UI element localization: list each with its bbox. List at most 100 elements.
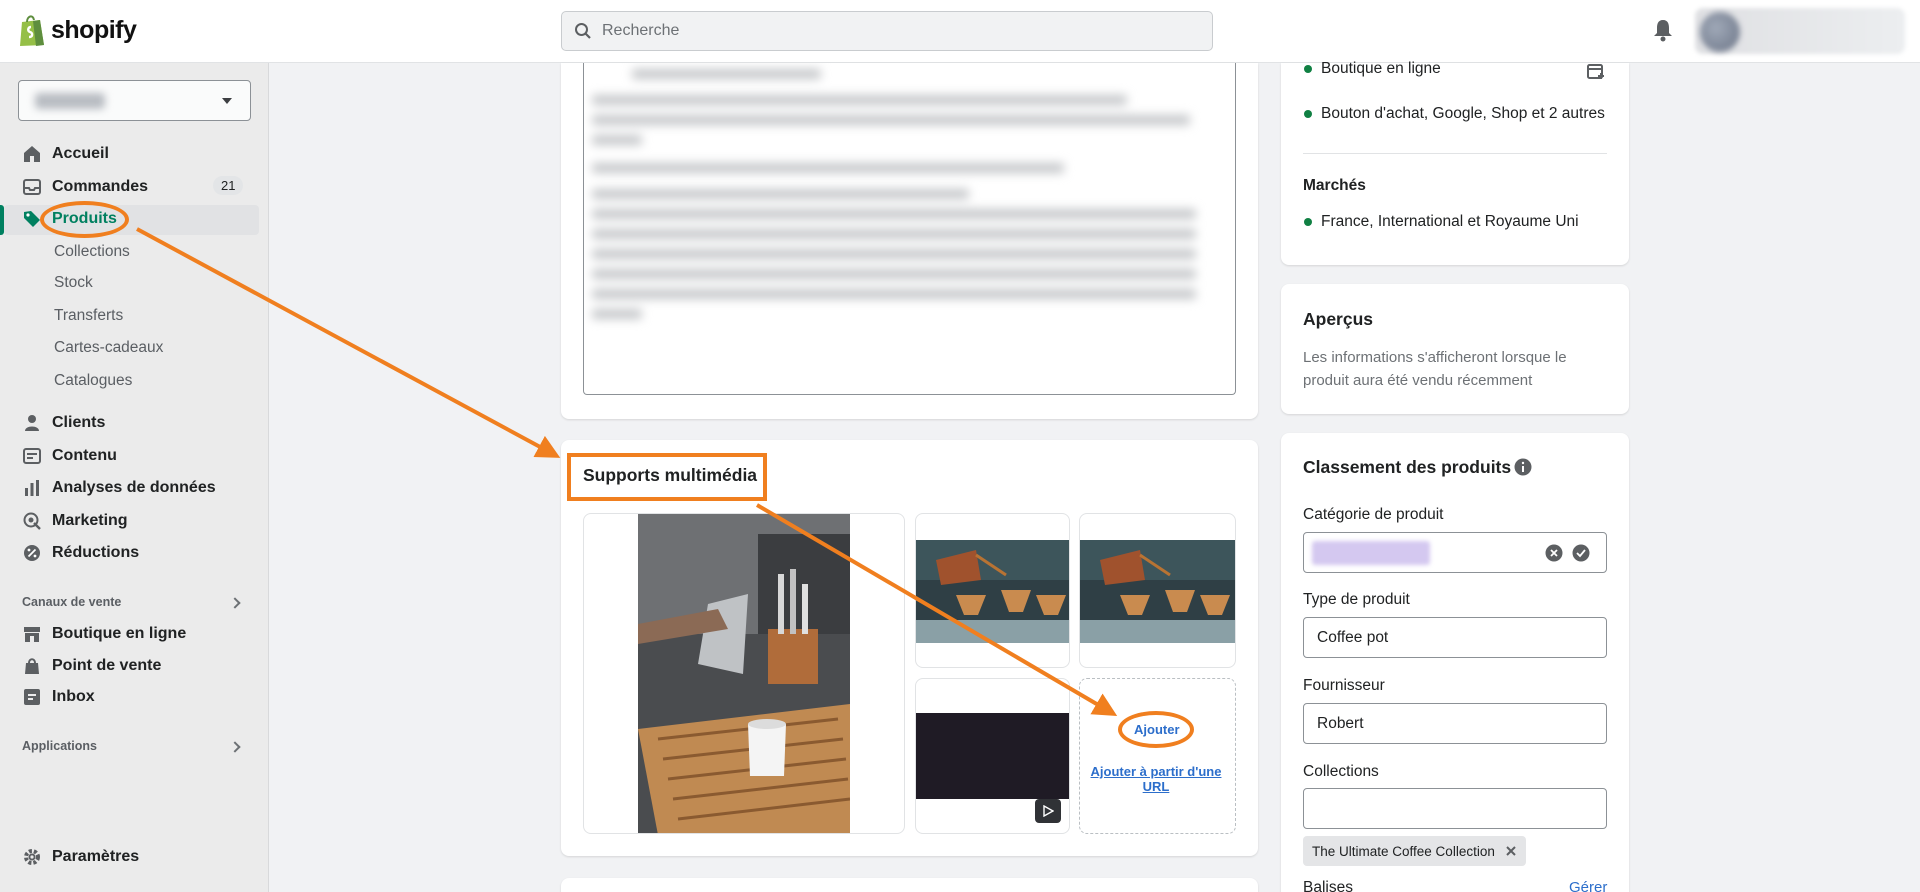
video-thumbnail (916, 713, 1069, 799)
sidebar-item-label: Accueil (52, 145, 109, 162)
type-field[interactable]: Coffee pot (1303, 617, 1607, 658)
sidebar-item-clients[interactable]: Clients (22, 411, 105, 435)
avatar (1700, 12, 1740, 52)
channel-others: Bouton d'achat, Google, Shop et 2 autres (1321, 105, 1605, 122)
content-icon (23, 448, 41, 464)
pour-over-photo (1080, 540, 1235, 643)
channel-online-store: Boutique en ligne (1321, 60, 1441, 77)
clear-icon[interactable] (1545, 544, 1563, 562)
play-icon[interactable] (1035, 799, 1061, 823)
media-item-2[interactable] (915, 513, 1070, 668)
add-from-url-link[interactable]: Ajouter à partir d'une URL (1088, 764, 1224, 794)
sidebar-item-accueil[interactable]: Accueil (22, 142, 109, 166)
vendor-field[interactable]: Robert (1303, 703, 1607, 744)
chevron-down-icon (222, 98, 232, 104)
sidebar-sub-collections[interactable]: Collections (54, 243, 130, 261)
vendor-label: Fournisseur (1303, 677, 1385, 694)
orders-count-badge: 21 (213, 176, 244, 195)
redacted-text (592, 69, 1221, 329)
annotation-ellipse (1118, 711, 1194, 748)
type-value: Coffee pot (1317, 628, 1389, 646)
markets-heading: Marchés (1303, 177, 1366, 194)
sidebar-item-label: Clients (52, 414, 106, 431)
next-card (561, 878, 1258, 892)
media-dropzone[interactable] (1079, 678, 1236, 834)
media-item-main[interactable] (583, 513, 905, 834)
sales-channels-heading[interactable]: Canaux de vente (22, 595, 121, 609)
collection-tag-label: The Ultimate Coffee Collection (1312, 843, 1495, 859)
person-icon (25, 415, 39, 431)
sidebar-item-contenu[interactable]: Contenu (22, 444, 117, 468)
store-name-redacted (35, 93, 105, 109)
sidebar-sub-cartes-cadeaux[interactable]: Cartes-cadeaux (54, 339, 163, 357)
sidebar-item-label: Analyses de données (52, 479, 216, 496)
annotation-ellipse (40, 201, 129, 238)
manage-tags-link[interactable]: Gérer (1569, 879, 1607, 892)
home-icon (24, 146, 40, 162)
collections-field[interactable] (1303, 788, 1607, 829)
sidebar-item-label: Réductions (52, 544, 140, 561)
markets-value: France, International et Royaume Uni (1321, 213, 1579, 230)
sidebar-item-label: Marketing (52, 512, 128, 529)
notification-bell-icon[interactable] (1652, 18, 1674, 42)
insights-text: Les informations s'afficheront lorsque l… (1303, 349, 1567, 389)
sidebar-sub-catalogues[interactable]: Catalogues (54, 372, 132, 390)
media-item-3[interactable] (1079, 513, 1236, 668)
status-dot (1304, 65, 1312, 73)
status-dot (1304, 218, 1312, 226)
chat-icon (24, 689, 40, 705)
gear-icon (24, 849, 40, 865)
manage-channels-icon[interactable] (1587, 62, 1605, 80)
active-indicator (0, 205, 4, 235)
sidebar-channel-pos[interactable]: Point de vente (22, 654, 161, 678)
pos-icon (25, 658, 39, 674)
search-input[interactable]: Recherche (561, 11, 1213, 51)
organization-heading: Classement des produits (1303, 457, 1512, 477)
sidebar-item-marketing[interactable]: Marketing (22, 509, 128, 533)
store-icon (24, 627, 40, 642)
search-icon (575, 23, 591, 39)
shopify-bag-icon (20, 15, 44, 46)
sidebar-sub-stock[interactable]: Stock (54, 274, 93, 292)
brand-name: shopify (51, 15, 137, 44)
search-placeholder: Recherche (602, 22, 680, 39)
target-icon (23, 512, 41, 530)
sidebar-item-commandes[interactable]: Commandes (22, 175, 148, 199)
pour-over-photo (916, 540, 1069, 643)
collection-tag: The Ultimate Coffee Collection (1303, 836, 1526, 866)
coffee-maker-photo (638, 514, 850, 833)
sidebar-channel-online-store[interactable]: Boutique en ligne (22, 622, 186, 646)
category-label: Catégorie de produit (1303, 506, 1444, 523)
tags-label: Balises (1303, 879, 1353, 892)
insights-heading: Aperçus (1303, 309, 1374, 329)
annotation-rectangle (567, 453, 767, 501)
discount-icon (24, 545, 40, 561)
remove-icon[interactable] (1505, 845, 1517, 857)
sidebar-item-settings[interactable]: Paramètres (22, 845, 139, 869)
category-field[interactable] (1303, 532, 1607, 573)
publishing-card (1281, 63, 1629, 265)
store-selector[interactable] (18, 80, 251, 121)
confirm-icon[interactable] (1572, 544, 1590, 562)
sidebar-sub-transferts[interactable]: Transferts (54, 307, 123, 325)
top-bar: shopify Recherche (0, 0, 1920, 63)
sidebar-item-label: Paramètres (52, 848, 140, 865)
info-icon[interactable] (1514, 458, 1532, 476)
shopify-logo[interactable]: shopify (18, 13, 137, 47)
vendor-value: Robert (1317, 714, 1364, 732)
sidebar-item-label: Commandes (52, 178, 149, 195)
bar-chart-icon (25, 480, 39, 496)
sidebar-item-reductions[interactable]: Réductions (22, 541, 139, 565)
collections-label: Collections (1303, 763, 1379, 780)
tag-icon (24, 211, 40, 227)
applications-heading[interactable]: Applications (22, 739, 97, 753)
sidebar-item-label: Boutique en ligne (52, 625, 187, 642)
media-item-video[interactable] (915, 678, 1070, 834)
sidebar-channel-inbox[interactable]: Inbox (22, 685, 95, 709)
sidebar-item-analyses[interactable]: Analyses de données (22, 476, 216, 500)
sidebar-item-label: Point de vente (52, 657, 162, 674)
inbox-icon (23, 179, 41, 195)
status-dot (1304, 110, 1312, 118)
sidebar-item-label: Contenu (52, 447, 117, 464)
description-editor[interactable] (583, 63, 1236, 395)
